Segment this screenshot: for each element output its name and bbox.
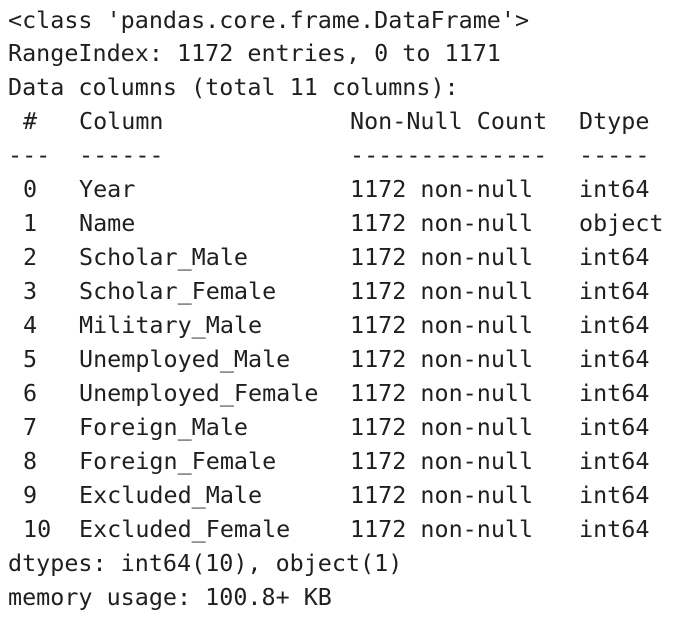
row-dtype: int64 [579, 481, 650, 509]
row-dtype: int64 [579, 311, 650, 339]
row-index: 8 [23, 447, 38, 475]
row-non-null-count: 1172 non-null [350, 311, 534, 339]
row-column-name: Excluded_Male [79, 481, 263, 509]
row-column-name: Foreign_Female [79, 447, 277, 475]
table-row: 0 Year 1172 non-null int64 [8, 172, 690, 206]
header-column: Column [79, 107, 164, 135]
row-non-null-count: 1172 non-null [350, 379, 534, 407]
row-index: 3 [23, 277, 38, 305]
row-dtype: int64 [579, 243, 650, 271]
table-row: 9 Excluded_Male 1172 non-null int64 [8, 478, 690, 512]
separator-index: --- [8, 141, 51, 169]
row-non-null-count: 1172 non-null [350, 209, 534, 237]
row-index: 0 [23, 175, 38, 203]
table-row: 1 Name 1172 non-null object [8, 206, 690, 240]
row-non-null-count: 1172 non-null [350, 447, 534, 475]
table-row: 4 Military_Male 1172 non-null int64 [8, 308, 690, 342]
row-dtype: object [579, 209, 664, 237]
row-non-null-count: 1172 non-null [350, 175, 534, 203]
header-non-null-count: Non-Null Count [350, 107, 548, 135]
header-dtype: Dtype [579, 107, 650, 135]
row-column-name: Name [79, 209, 136, 237]
row-index: 4 [23, 311, 38, 339]
row-index: 1 [23, 209, 38, 237]
row-dtype: int64 [579, 379, 650, 407]
dtypes-line: dtypes: int64(10), object(1) [8, 549, 403, 577]
dataframe-info-output: <class 'pandas.core.frame.DataFrame'> Ra… [0, 0, 690, 614]
row-column-name: Unemployed_Male [79, 345, 291, 373]
table-row: 2 Scholar_Male 1172 non-null int64 [8, 240, 690, 274]
table-row: 3 Scholar_Female 1172 non-null int64 [8, 274, 690, 308]
row-dtype: int64 [579, 345, 650, 373]
row-column-name: Excluded_Female [79, 515, 291, 543]
class-line: <class 'pandas.core.frame.DataFrame'> [8, 6, 530, 34]
row-column-name: Scholar_Male [79, 243, 248, 271]
row-dtype: int64 [579, 277, 650, 305]
table-header-row: # Column Non-Null Count Dtype [8, 104, 690, 138]
row-non-null-count: 1172 non-null [350, 413, 534, 441]
data-columns-line: Data columns (total 11 columns): [8, 73, 459, 101]
memory-usage-line: memory usage: 100.8+ KB [8, 583, 332, 611]
row-dtype: int64 [579, 515, 650, 543]
row-index: 7 [23, 413, 38, 441]
row-non-null-count: 1172 non-null [350, 277, 534, 305]
header-index: # [23, 107, 38, 135]
row-index: 10 [23, 515, 52, 543]
separator-dtype: ----- [579, 141, 650, 169]
row-dtype: int64 [579, 175, 650, 203]
row-index: 6 [23, 379, 38, 407]
table-row: 5 Unemployed_Male 1172 non-null int64 [8, 342, 690, 376]
row-index: 9 [23, 481, 38, 509]
table-row: 6 Unemployed_Female 1172 non-null int64 [8, 376, 690, 410]
row-non-null-count: 1172 non-null [350, 515, 534, 543]
row-column-name: Unemployed_Female [79, 379, 319, 407]
row-column-name: Scholar_Female [79, 277, 277, 305]
table-row: 10 Excluded_Female 1172 non-null int64 [8, 512, 690, 546]
row-non-null-count: 1172 non-null [350, 481, 534, 509]
row-index: 2 [23, 243, 38, 271]
row-dtype: int64 [579, 447, 650, 475]
separator-non-null-count: -------------- [350, 141, 548, 169]
row-column-name: Foreign_Male [79, 413, 248, 441]
range-index-line: RangeIndex: 1172 entries, 0 to 1171 [8, 39, 501, 67]
table-body: 0 Year 1172 non-null int64 1 Name 1172 non-nul… [8, 172, 690, 546]
row-non-null-count: 1172 non-null [350, 243, 534, 271]
separator-column: ------ [79, 141, 164, 169]
row-index: 5 [23, 345, 38, 373]
row-dtype: int64 [579, 413, 650, 441]
table-row: 8 Foreign_Female 1172 non-null int64 [8, 444, 690, 478]
row-column-name: Year [79, 175, 136, 203]
table-separator-row: --- ------ -------------- ----- [8, 138, 690, 172]
row-column-name: Military_Male [79, 311, 263, 339]
row-non-null-count: 1172 non-null [350, 345, 534, 373]
table-row: 7 Foreign_Male 1172 non-null int64 [8, 410, 690, 444]
